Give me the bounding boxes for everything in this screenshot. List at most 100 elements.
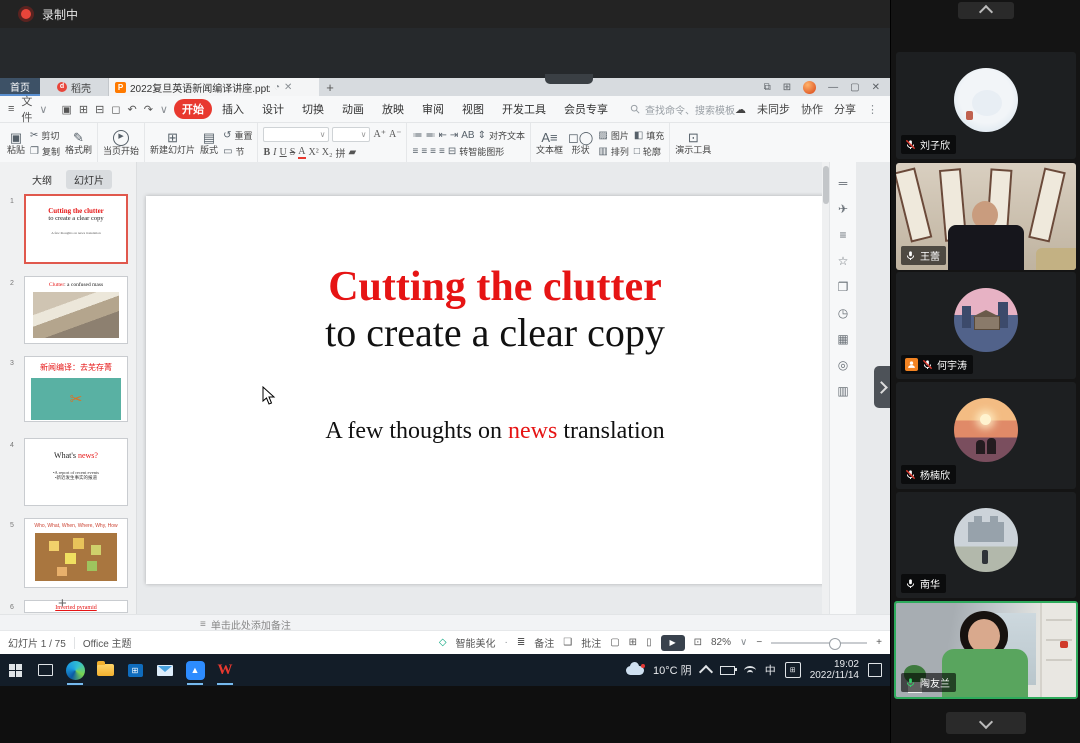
zoom-knob[interactable] [829,638,841,650]
panel-expand-button[interactable] [946,712,1026,734]
notes-button[interactable]: 备注 [534,635,554,650]
start-button[interactable] [0,654,30,686]
font-family-select[interactable]: ∨ [263,127,329,142]
bullet-list-icon[interactable]: ≔ [412,130,422,141]
fit-slide-icon[interactable]: ⊡ [694,637,702,648]
window-layout-icon[interactable]: ⧉ [764,82,771,93]
share-button[interactable]: 分享 [834,101,856,117]
reset-button[interactable]: ↺重置 [223,129,252,142]
slideshow-play-button[interactable]: ▶ [661,635,685,651]
new-slide-button[interactable]: ⊞新建幻灯片 [150,130,195,156]
highlight-button[interactable]: ▰ [348,147,356,158]
decrease-font-button[interactable]: A⁻ [389,129,402,140]
decrease-indent-icon[interactable]: ⇤ [438,130,446,141]
user-avatar[interactable] [803,81,816,94]
more-menu-icon[interactable]: ⋮ [867,103,878,116]
slide-thumbnail-6[interactable]: Inverted pyramid [24,600,128,613]
slide-thumbnail-2[interactable]: Clutter: a confused mass [24,276,128,344]
task-view-button[interactable] [30,654,60,686]
store-button[interactable]: ⊞ [120,654,150,686]
ime-language[interactable]: 中 [765,662,776,678]
active-speaker-tile[interactable]: 陶友兰 [894,601,1078,699]
tab-docer[interactable]: d 稻壳 [40,78,109,96]
reading-notes-icon[interactable]: ▥ [837,384,848,398]
slide-thumbnail-5[interactable]: Who, What, When, Where, Why, How [24,518,128,588]
tab-document[interactable]: P 2022复旦英语新闻编译讲座.pptx ◔ ✕ [109,78,319,96]
fill-button[interactable]: ◧填充 [634,129,664,142]
ime-pad-icon[interactable]: ⊞ [785,662,801,678]
strikethrough-button[interactable]: S [290,147,296,158]
align-center-icon[interactable]: ≡ [421,146,427,157]
output-icon[interactable]: ⊞ [79,103,88,116]
menu-tab-review[interactable]: 审阅 [414,99,452,119]
font-size-select[interactable]: ∨ [332,127,370,142]
menu-tab-transition[interactable]: 切换 [294,99,332,119]
close-button[interactable]: ✕ [872,82,880,93]
all-documents-icon[interactable]: ⊞ [783,82,791,93]
menu-tab-member[interactable]: 会员专享 [556,99,616,119]
numbered-list-icon[interactable]: ≕ [425,130,435,141]
beautify-wand-icon[interactable]: ☆ [838,254,849,268]
collaborate-button[interactable]: 协作 [801,101,823,117]
file-caret-icon[interactable]: ∨ [39,103,47,116]
smart-graphic-button[interactable]: 转智能图形 [459,145,504,158]
file-menu[interactable]: 文件 [21,93,32,125]
action-center-icon[interactable] [868,663,882,677]
text-box-button[interactable]: A≡文本框 [536,130,563,156]
text-direction-icon[interactable]: AB [461,130,474,141]
align-left-icon[interactable]: ≡ [412,146,418,157]
comments-button[interactable]: 批注 [581,635,601,650]
menu-tab-view[interactable]: 视图 [454,99,492,119]
zoom-caret[interactable]: ∨ [740,637,747,648]
slide-sorter-icon[interactable]: ⊞ [629,637,637,648]
preview-icon[interactable]: ◻ [111,103,120,116]
rail-handle-icon[interactable]: ═ [839,176,848,190]
menu-tab-home[interactable]: 开始 [174,99,212,119]
play-from-page-button[interactable]: ▶当页开始 [103,130,139,157]
layers-icon[interactable]: ❐ [838,280,849,294]
arrange-button[interactable]: ▥排列 [598,145,628,158]
increase-indent-icon[interactable]: ⇥ [450,130,458,141]
align-text-button[interactable]: 对齐文本 [489,129,525,142]
screen-share-indicator[interactable] [545,74,593,84]
cut-button[interactable]: ✂剪切 [30,129,60,142]
beautify-button[interactable]: 智能美化 [456,635,496,650]
close-tab-icon[interactable]: ✕ [284,82,292,93]
normal-view-icon[interactable]: ▢ [610,637,619,648]
file-explorer-button[interactable] [90,654,120,686]
command-search-input[interactable]: 查找命令、搜索模板 [630,102,735,117]
section-button[interactable]: ▭节 [223,145,252,158]
underline-button[interactable]: U [279,147,286,158]
add-slide-button[interactable]: + [58,595,67,612]
outline-button[interactable]: □轮廓 [634,145,664,158]
wps-office-button[interactable]: W [210,654,240,686]
notes-bar[interactable]: + ≡单击此处添加备注 [0,614,890,631]
weather-widget[interactable]: 10°C 阴 [653,662,692,678]
participant-tile[interactable]: 南华 [896,492,1076,598]
navigator-icon[interactable]: ◎ [838,358,848,372]
timer-icon[interactable]: ◷ [838,306,848,320]
format-painter-button[interactable]: ✎格式刷 [65,130,92,156]
zoom-level[interactable]: 82% [711,637,731,648]
menu-tab-devtools[interactable]: 开发工具 [494,99,554,119]
participant-tile[interactable]: 刘子欣 [896,52,1076,159]
justify-icon[interactable]: ≡ [439,146,445,157]
reading-view-icon[interactable]: ▯ [646,637,652,648]
save-icon[interactable]: ▣ [61,103,71,116]
align-right-icon[interactable]: ≡ [430,146,436,157]
italic-button[interactable]: I [273,147,276,158]
font-color-button[interactable]: A [298,146,305,159]
wifi-icon[interactable] [744,666,756,675]
slides-tab[interactable]: 幻灯片 [66,170,112,189]
layout-button[interactable]: ▤版式 [200,130,218,156]
subscript-button[interactable]: X₂ [322,147,333,158]
menu-tab-animation[interactable]: 动画 [334,99,372,119]
media-library-icon[interactable]: ▦ [837,332,848,346]
zoom-out-button[interactable]: − [756,637,762,648]
participant-tile[interactable]: 王蕾 [896,163,1076,270]
panel-collapse-button[interactable] [958,2,1014,19]
menu-tab-design[interactable]: 设计 [254,99,292,119]
zoom-slider[interactable] [771,642,867,644]
present-tools-button[interactable]: ⊡演示工具 [675,130,711,156]
slide-thumbnail-4[interactable]: What's news? •A report of recent events … [24,438,128,506]
